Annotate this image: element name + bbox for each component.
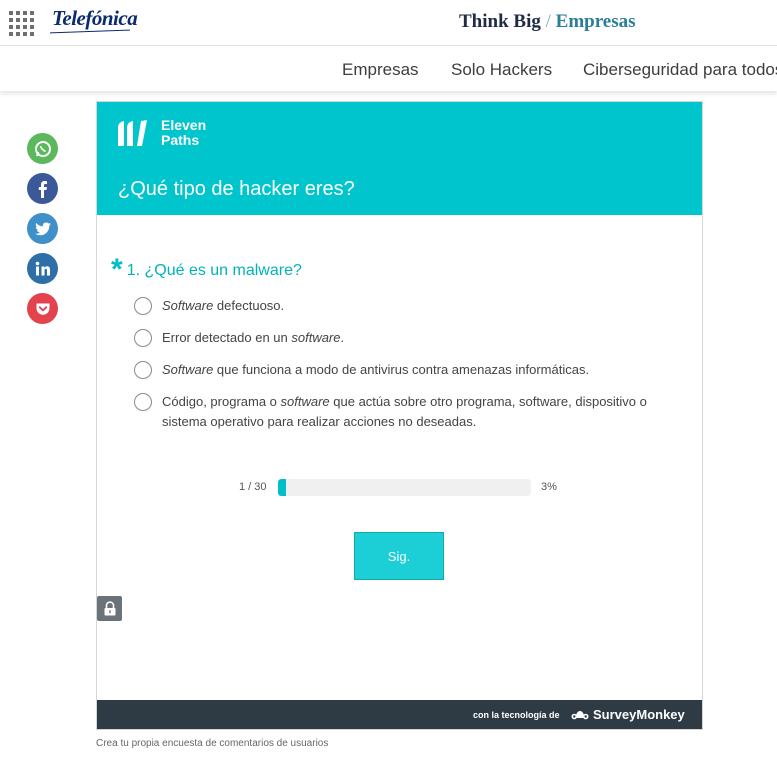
social-share-bar bbox=[27, 133, 59, 333]
apps-grid-icon[interactable] bbox=[9, 11, 35, 36]
progress-count: 1 / 30 bbox=[239, 481, 267, 493]
answer-options: Software defectuoso. Error detectado en … bbox=[134, 297, 694, 445]
empresas-text: Empresas bbox=[555, 11, 636, 32]
lock-icon bbox=[104, 601, 115, 616]
option-label: Software defectuoso. bbox=[162, 298, 285, 313]
twitter-icon bbox=[34, 222, 51, 235]
eleven-paths-logo-icon bbox=[118, 120, 147, 146]
answer-option-2[interactable]: Error detectado en un software. bbox=[134, 329, 694, 348]
radio-button[interactable] bbox=[134, 361, 152, 379]
nav-item-ciberseguridad[interactable]: Ciberseguridad para todos bbox=[583, 60, 777, 80]
option-label: Código, programa o software que actúa so… bbox=[162, 394, 647, 429]
surveymonkey-icon bbox=[571, 710, 589, 719]
create-survey-link[interactable]: Crea tu propia encuesta de comentarios d… bbox=[96, 738, 328, 749]
question-text: 1. ¿Qué es un malware? bbox=[126, 262, 302, 279]
question-heading: * 1. ¿Qué es un malware? bbox=[111, 253, 302, 286]
logo-separator: / bbox=[545, 11, 551, 32]
required-asterisk: * bbox=[111, 253, 123, 286]
radio-button[interactable] bbox=[134, 329, 152, 347]
facebook-share-button[interactable] bbox=[27, 173, 58, 204]
twitter-share-button[interactable] bbox=[27, 213, 58, 244]
radio-button[interactable] bbox=[134, 297, 152, 315]
survey-frame: Eleven Paths ¿Qué tipo de hacker eres? *… bbox=[96, 101, 703, 730]
answer-option-1[interactable]: Software defectuoso. bbox=[134, 297, 694, 316]
top-bar: Telefónica Think Big / Empresas bbox=[0, 0, 777, 46]
telefonica-logo[interactable]: Telefónica bbox=[52, 6, 138, 31]
powered-by-text: con la tecnología de bbox=[473, 710, 560, 720]
survey-footer-bar: con la tecnología de SurveyMonkey bbox=[97, 700, 702, 729]
progress-indicator: 1 / 30 3% bbox=[239, 479, 569, 497]
option-label: Error detectado en un software. bbox=[162, 330, 345, 345]
answer-option-3[interactable]: Software que funciona a modo de antiviru… bbox=[134, 361, 694, 380]
think-big-empresas-logo[interactable]: Think Big / Empresas bbox=[459, 11, 636, 33]
progress-bar-fill bbox=[278, 479, 286, 496]
nav-item-solo-hackers[interactable]: Solo Hackers bbox=[451, 60, 552, 80]
survey-title: ¿Qué tipo de hacker eres? bbox=[118, 178, 355, 200]
facebook-icon bbox=[38, 180, 47, 198]
progress-bar bbox=[278, 479, 531, 496]
pocket-icon bbox=[36, 303, 49, 315]
privacy-lock-button[interactable] bbox=[97, 596, 122, 621]
eleven-paths-logo: Eleven Paths bbox=[161, 118, 206, 148]
option-label: Software que funciona a modo de antiviru… bbox=[162, 362, 590, 377]
linkedin-share-button[interactable] bbox=[27, 253, 58, 284]
linkedin-icon bbox=[35, 261, 50, 275]
think-big-text: Think Big bbox=[459, 11, 541, 32]
surveymonkey-logo[interactable]: SurveyMonkey bbox=[571, 707, 685, 722]
answer-option-4[interactable]: Código, programa o software que actúa so… bbox=[134, 393, 694, 432]
pocket-share-button[interactable] bbox=[27, 293, 58, 324]
nav-item-empresas[interactable]: Empresas bbox=[342, 60, 419, 80]
logo-line-2: Paths bbox=[161, 132, 200, 148]
surveymonkey-text: SurveyMonkey bbox=[593, 707, 685, 722]
radio-button[interactable] bbox=[134, 393, 152, 411]
main-nav: Empresas Solo Hackers Ciberseguridad par… bbox=[0, 46, 777, 91]
whatsapp-share-button[interactable] bbox=[27, 133, 58, 164]
logo-line-1: Eleven bbox=[161, 117, 207, 133]
progress-percent: 3% bbox=[541, 481, 557, 493]
whatsapp-icon bbox=[34, 140, 51, 157]
next-button[interactable]: Sig. bbox=[354, 532, 444, 580]
survey-header-banner: Eleven Paths ¿Qué tipo de hacker eres? bbox=[97, 102, 702, 215]
